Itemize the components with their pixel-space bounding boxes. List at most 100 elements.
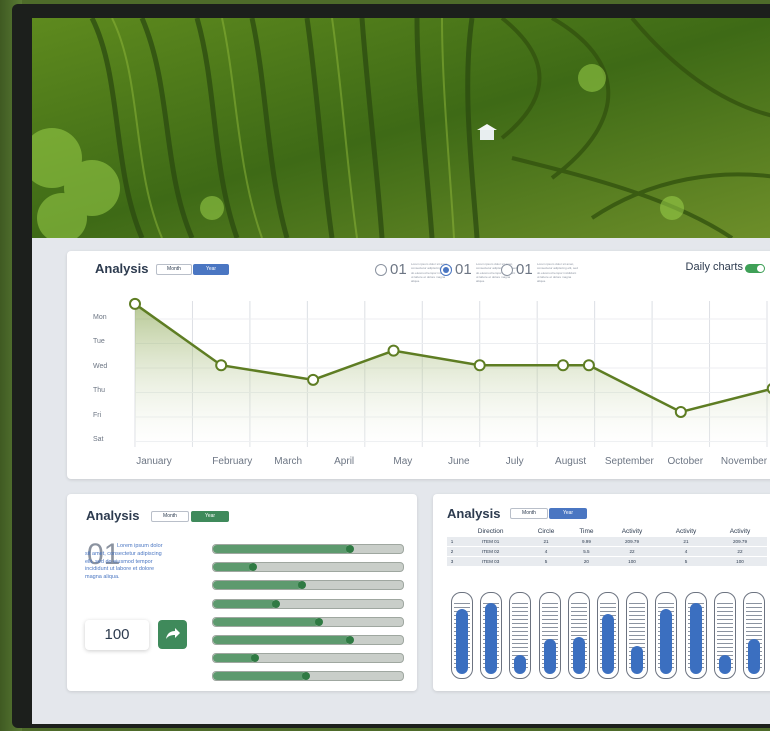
column-header	[447, 526, 457, 537]
vertical-gauge	[509, 592, 532, 679]
gauge-fill	[543, 639, 556, 674]
table-cell: ITEM 02	[457, 546, 525, 557]
slider-knob[interactable]	[345, 636, 354, 644]
gauge-fill	[718, 654, 731, 674]
data-point[interactable]	[582, 359, 595, 372]
slider-knob[interactable]	[271, 599, 280, 608]
vertical-gauge	[626, 592, 649, 679]
gauge-fill	[572, 637, 585, 674]
x-tick-label: September	[604, 456, 654, 467]
table-header-row: Direction Circle Time Activity Activity …	[447, 526, 767, 537]
dashboard-screen: Analysis Month Year 01 Lorem ipsum dolor…	[32, 18, 770, 724]
hero-image-rice-terraces	[32, 18, 770, 238]
gauge-fill	[631, 646, 644, 674]
range-slider[interactable]	[212, 671, 404, 682]
main-analysis-card: Analysis Month Year 01 Lorem ipsum dolor…	[67, 251, 770, 479]
share-arrow-icon	[166, 628, 180, 639]
x-tick-label: June	[447, 456, 470, 467]
slider-knob[interactable]	[302, 672, 311, 681]
table-row[interactable]: 2 ITEM 02 4 5.5 22 4 22	[447, 546, 767, 557]
column-header: Activity	[729, 528, 751, 535]
data-point[interactable]	[307, 373, 320, 386]
slider-fill	[213, 599, 276, 608]
sliders-analysis-card: Analysis Month Year 01 Lorem ipsum dolor…	[67, 494, 417, 691]
tab-year[interactable]: Year	[549, 508, 587, 519]
table-cell: 21	[659, 537, 713, 547]
tab-year[interactable]: Year	[191, 511, 229, 522]
range-slider[interactable]	[212, 562, 404, 573]
gauge-fill	[748, 639, 760, 674]
gauge-fill	[456, 608, 468, 674]
table-cell: 4	[524, 546, 568, 557]
vertical-gauge	[567, 592, 590, 679]
range-slider[interactable]	[212, 653, 404, 664]
slider-knob[interactable]	[248, 563, 257, 572]
x-tick-label: November	[720, 456, 768, 467]
vertical-gauge	[743, 592, 765, 679]
table-cell: 1	[447, 537, 457, 547]
data-point[interactable]	[215, 359, 228, 372]
slider-knob[interactable]	[345, 545, 354, 553]
vertical-gauge	[655, 592, 678, 679]
range-slider[interactable]	[212, 598, 404, 609]
slider-fill	[213, 636, 350, 644]
vertical-gauge	[538, 592, 561, 679]
slider-fill	[213, 581, 303, 590]
data-point[interactable]	[129, 297, 141, 310]
table-cell: 100	[605, 556, 659, 567]
table-cell: 3	[447, 556, 457, 567]
table-cell: 4	[659, 546, 713, 557]
table-cell: 22	[605, 546, 659, 557]
data-point[interactable]	[557, 359, 570, 372]
column-header: Activity	[621, 528, 643, 535]
table-cell: 22	[712, 546, 767, 557]
tab-month[interactable]: Month	[510, 508, 548, 519]
data-point[interactable]	[473, 359, 486, 372]
table-cell: 100	[712, 556, 767, 567]
table-cell: ITEM 03	[457, 556, 525, 567]
table-analysis-card: Analysis Month Year Direction Circle Tim…	[433, 494, 770, 691]
table-cell: 5	[524, 556, 568, 567]
range-slider[interactable]	[212, 580, 404, 591]
x-tick-label: October	[667, 456, 704, 467]
range-slider[interactable]	[212, 544, 404, 554]
slider-knob[interactable]	[298, 581, 307, 590]
slider-fill	[213, 545, 350, 553]
table-cell: 209.79	[712, 537, 767, 547]
x-tick-label: January	[136, 456, 172, 467]
column-header: Time	[579, 528, 594, 535]
x-tick-label: March	[274, 456, 303, 467]
table-cell: 21	[524, 537, 568, 547]
slider-fill	[213, 563, 253, 572]
table-cell: 5.5	[567, 546, 606, 557]
table-cell: 5	[659, 556, 713, 567]
slider-fill	[213, 654, 255, 663]
table-cell: ITEM 01	[457, 537, 525, 547]
table-row[interactable]: 3 ITEM 03 5 20 100 5 100	[447, 556, 767, 567]
card-title: Analysis	[86, 508, 140, 523]
table-cell: 9.99	[567, 537, 606, 547]
data-point[interactable]	[674, 405, 687, 418]
slider-fill	[213, 672, 307, 681]
vertical-gauge	[451, 592, 473, 679]
slider-knob[interactable]	[315, 617, 324, 626]
description-text: Lorem ipsum dolor sit amet, consectetur …	[85, 543, 163, 581]
monitor-frame: Analysis Month Year 01 Lorem ipsum dolor…	[12, 4, 770, 728]
table-row[interactable]: 1 ITEM 01 21 9.99 209.79 21 209.79	[447, 537, 767, 547]
gauge-fill	[485, 603, 498, 674]
range-slider[interactable]	[212, 635, 404, 645]
data-point[interactable]	[387, 344, 400, 357]
table-cell: 2	[447, 546, 457, 557]
value-input[interactable]: 100	[85, 620, 149, 650]
slider-knob[interactable]	[250, 654, 259, 663]
activity-table: Direction Circle Time Activity Activity …	[447, 526, 767, 567]
share-button[interactable]	[158, 620, 187, 649]
vertical-gauge	[597, 592, 619, 679]
range-slider[interactable]	[212, 616, 404, 627]
gauge-fill	[660, 608, 673, 674]
slider-fill	[213, 617, 320, 626]
gauge-fill	[689, 603, 702, 674]
gauge-fill	[602, 613, 614, 674]
tab-month[interactable]: Month	[151, 511, 189, 522]
area-chart	[129, 297, 770, 447]
